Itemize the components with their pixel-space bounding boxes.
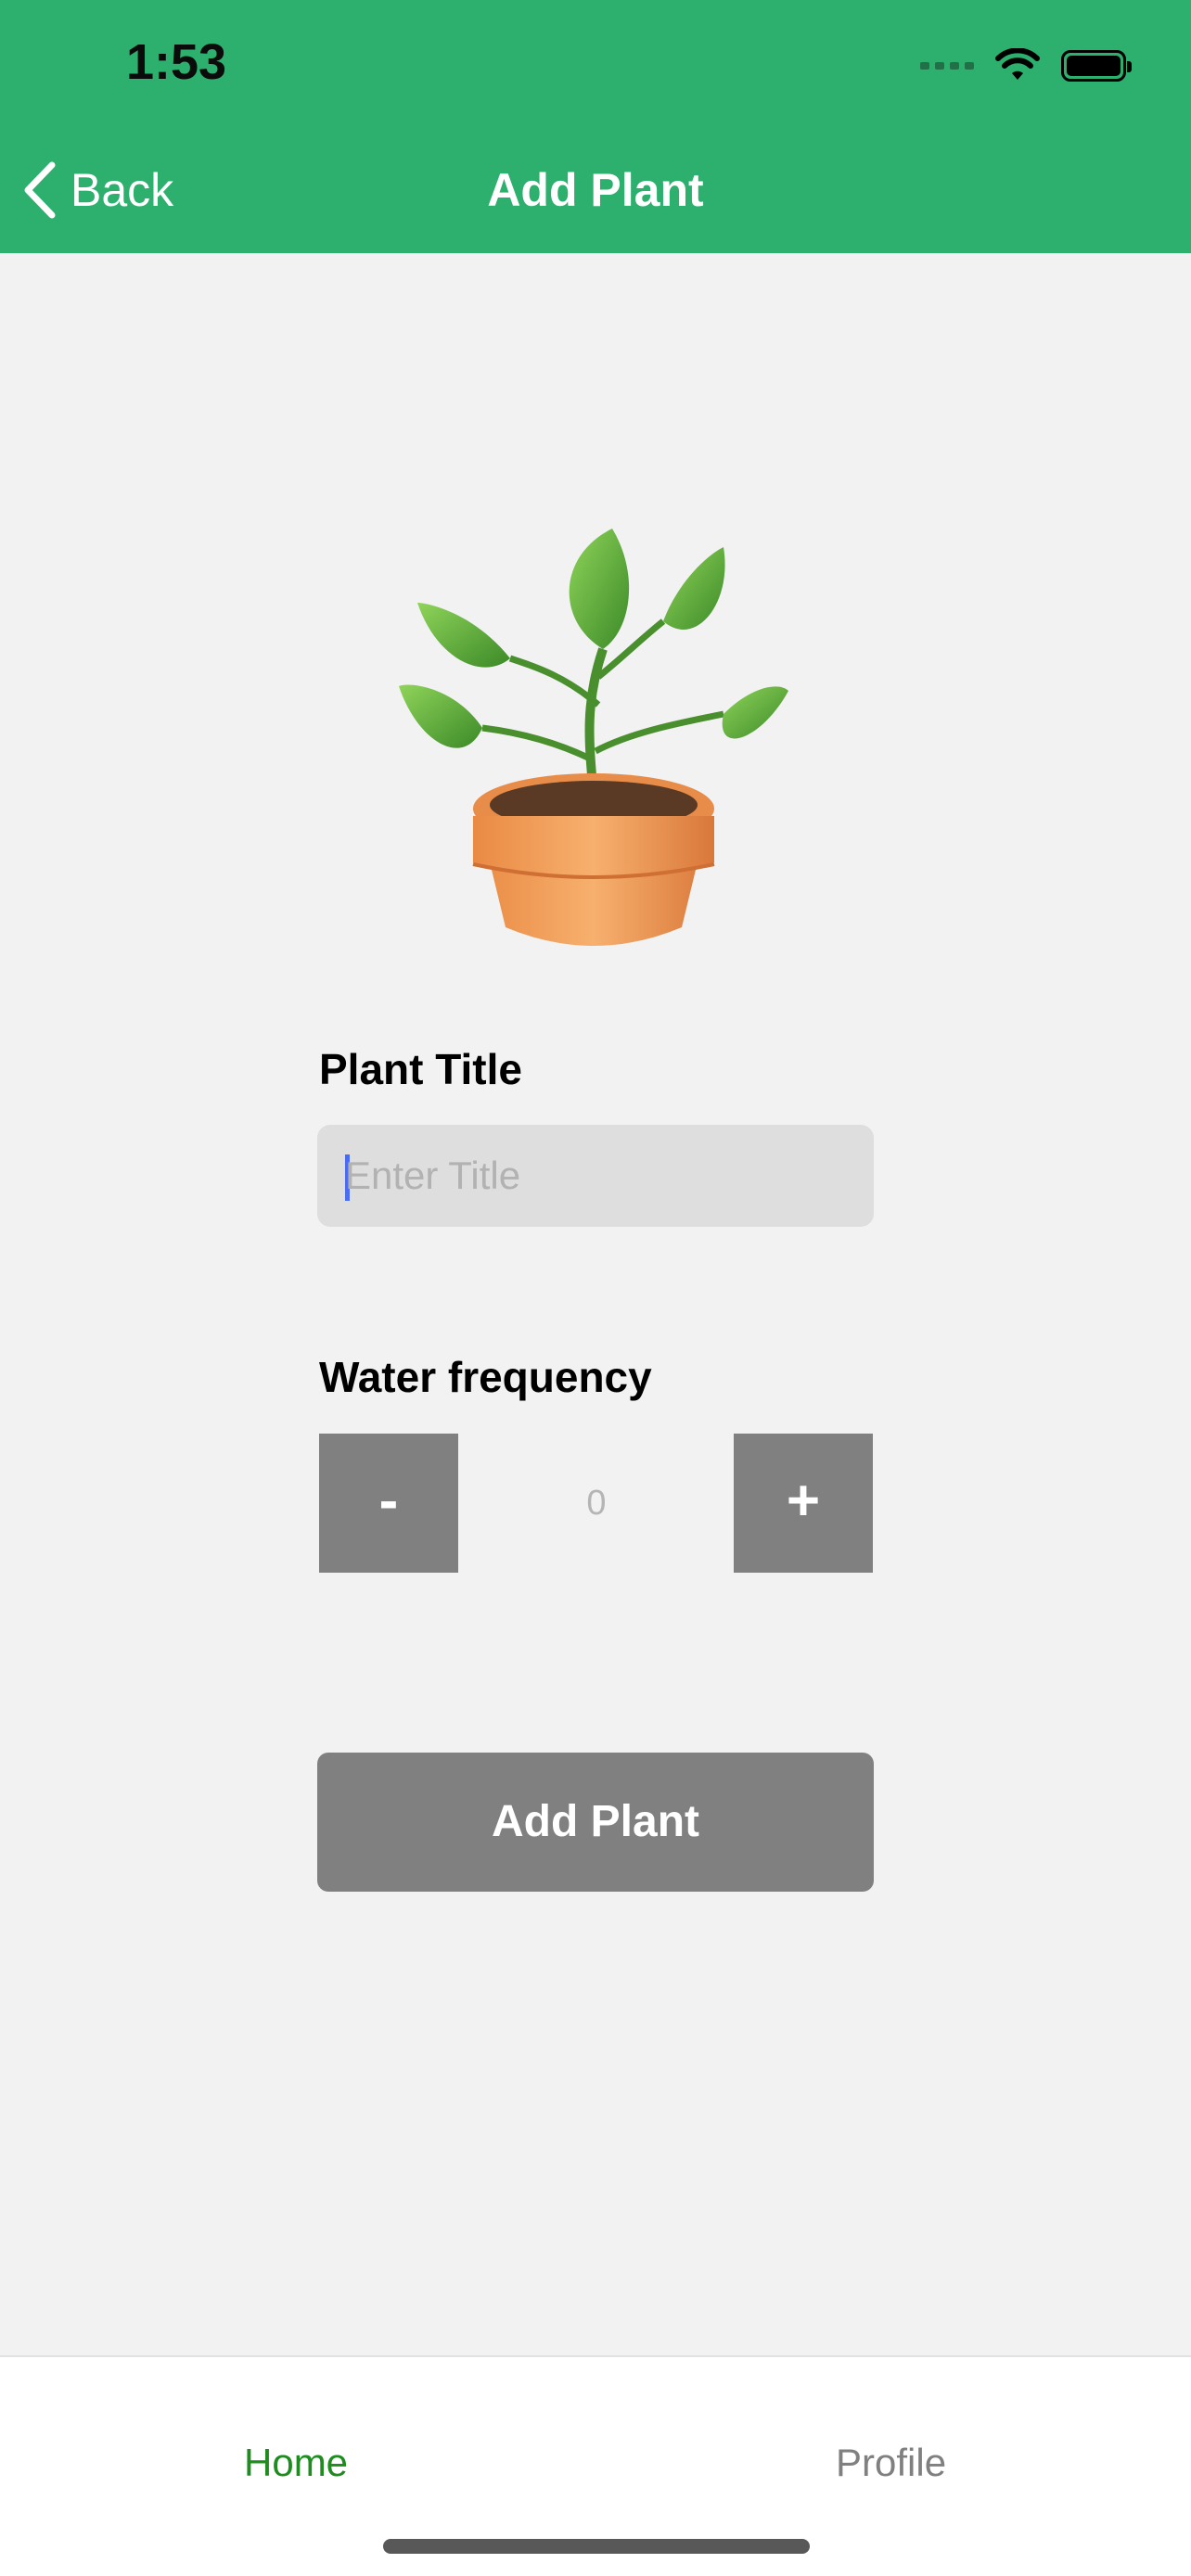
- potted-plant-image: [399, 529, 788, 946]
- title-input[interactable]: Enter Title: [317, 1125, 874, 1227]
- tab-profile[interactable]: Profile: [836, 2441, 946, 2485]
- water-frequency-label: Water frequency: [319, 1353, 652, 1401]
- status-time: 1:53: [126, 34, 227, 90]
- add-plant-button[interactable]: Add Plant: [317, 1753, 874, 1892]
- tab-home[interactable]: Home: [244, 2441, 348, 2485]
- plant-title-label: Plant Title: [319, 1045, 522, 1093]
- battery-icon: [1061, 50, 1132, 82]
- home-indicator: [383, 2539, 810, 2554]
- decrement-button[interactable]: -: [319, 1434, 458, 1573]
- status-icons: [920, 48, 1132, 83]
- increment-button[interactable]: +: [734, 1434, 873, 1573]
- title-placeholder: Enter Title: [345, 1154, 521, 1197]
- page-title: Add Plant: [487, 164, 704, 216]
- header-bar: 1:53 Back Add Plant: [0, 0, 1191, 253]
- frequency-value: 0: [586, 1484, 607, 1523]
- wifi-icon: [995, 48, 1040, 80]
- signal-icon: [920, 62, 974, 70]
